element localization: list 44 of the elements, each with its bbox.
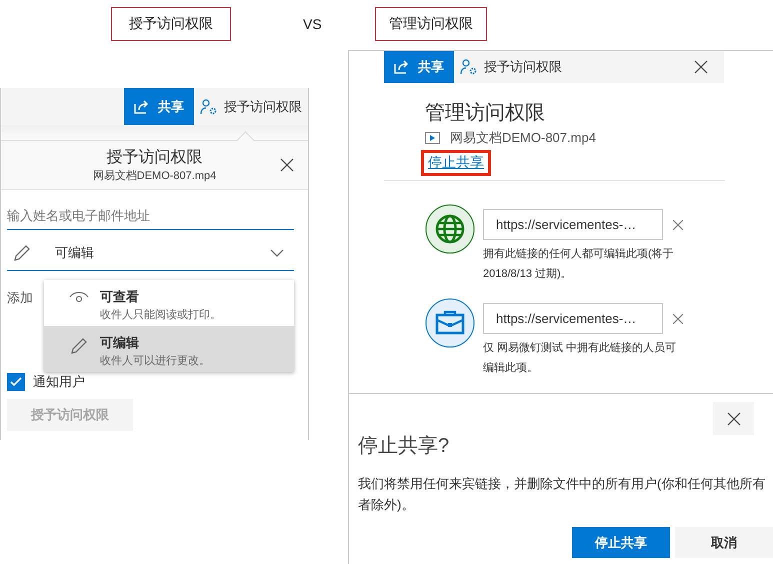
share-icon — [134, 100, 150, 114]
remove-icon[interactable] — [673, 314, 683, 324]
link-url-field[interactable]: https://servicementes-… — [483, 303, 663, 334]
dialog-message: 我们将禁用任何来宾链接，并删除文件中的所有用户(你和任何其他所有者除外)。 — [358, 475, 766, 514]
dialog-title: 授予访问权限 — [106, 148, 202, 168]
stop-sharing-button[interactable]: 停止共享 — [572, 527, 670, 558]
close-icon — [726, 412, 740, 426]
caption-label: 管理访问权限 — [375, 7, 487, 41]
pencil-icon — [13, 244, 31, 262]
person-gear-icon — [460, 59, 478, 75]
checkmark-icon — [9, 375, 23, 389]
menu-item[interactable]: 可查看 收件人只能阅读或打印。 — [44, 280, 294, 326]
caption-label: 授予访问权限 — [111, 7, 231, 41]
close-button[interactable] — [713, 402, 754, 435]
link-url-field[interactable]: https://servicementes-… — [483, 209, 663, 240]
checkbox[interactable] — [7, 373, 25, 391]
briefcase-icon — [425, 298, 475, 348]
cancel-button[interactable]: 取消 — [675, 527, 773, 558]
grant-access-tab[interactable]: 授予访问权限 — [194, 88, 308, 125]
panel-title: 管理访问权限 — [425, 101, 545, 126]
permission-dropdown[interactable]: 可编辑 — [7, 230, 294, 271]
eye-icon — [68, 291, 90, 303]
remove-icon[interactable] — [673, 220, 683, 230]
share-button[interactable]: 共享 — [384, 51, 454, 83]
link-description: 仅 网易微钉测试 中拥有此链接的人员可编辑此项。 — [483, 340, 678, 376]
menu-item[interactable]: 可编辑 收件人可以进行更改。 — [44, 326, 294, 372]
add-message-label: 添加 — [7, 289, 33, 307]
globe-icon — [425, 204, 475, 254]
close-icon[interactable] — [694, 60, 708, 74]
close-icon[interactable] — [280, 158, 294, 172]
versus-label: VS — [303, 16, 322, 32]
file-name: 网易文档DEMO-807.mp4 — [92, 168, 216, 183]
video-file-icon — [425, 132, 440, 144]
person-gear-icon — [200, 98, 218, 114]
chevron-down-icon — [270, 249, 284, 257]
share-icon — [394, 60, 410, 74]
share-button[interactable]: 共享 — [124, 88, 194, 125]
link-description: 拥有此链接的任何人都可编辑此项(将于 2018/8/13 过期)。 — [483, 246, 675, 282]
grant-access-tab[interactable]: 授予访问权限 — [454, 51, 568, 83]
stop-sharing-link[interactable]: 停止共享 — [421, 150, 491, 176]
notify-checkbox[interactable]: 通知用户 — [7, 373, 85, 391]
name-input-field[interactable]: 输入姓名或电子邮件地址 — [7, 202, 294, 230]
dialog-title: 停止共享? — [358, 434, 450, 459]
file-name: 网易文档DEMO-807.mp4 — [450, 129, 596, 147]
